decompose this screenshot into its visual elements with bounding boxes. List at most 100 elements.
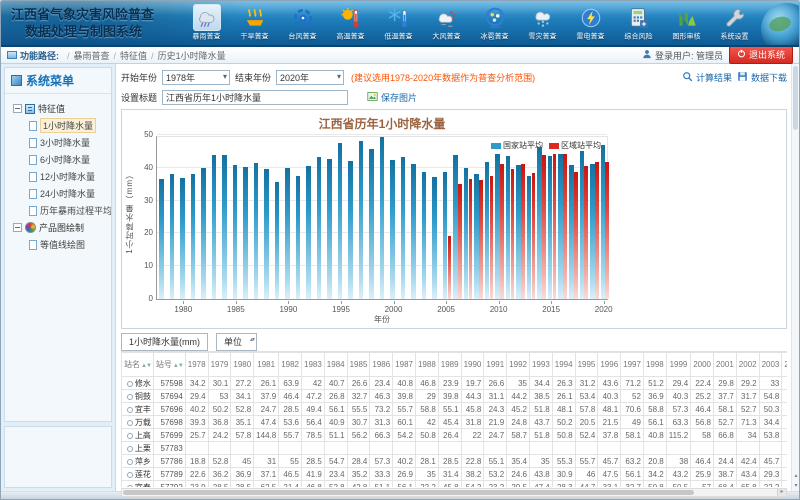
toolbar-item-high-temp[interactable]: 高温普查 bbox=[328, 4, 373, 42]
col-header-year[interactable]: 1991 bbox=[484, 353, 507, 377]
toolbar-item-combined-risk[interactable]: 综合风险 bbox=[616, 4, 661, 42]
col-header-year[interactable]: 1984 bbox=[324, 353, 347, 377]
toolbar-item-graphic-audit[interactable]: 图形审核 bbox=[664, 4, 709, 42]
breadcrumb-item[interactable]: 特征值 bbox=[120, 51, 147, 61]
col-header-year[interactable]: 1988 bbox=[415, 353, 438, 377]
tree-expander-icon[interactable] bbox=[13, 104, 22, 113]
col-header-station-id[interactable]: 站号▲▼ bbox=[153, 353, 185, 377]
col-header-year[interactable]: 2001 bbox=[713, 353, 736, 377]
value-cell: 35 bbox=[415, 468, 438, 481]
toolbar-item-gale[interactable]: 大风普查 bbox=[424, 4, 469, 42]
station-radio[interactable] bbox=[127, 446, 133, 452]
col-header-year[interactable]: 2003 bbox=[759, 353, 782, 377]
value-cell bbox=[461, 442, 484, 455]
station-radio[interactable] bbox=[127, 407, 133, 413]
toolbar-item-hail[interactable]: 冰雹普查 bbox=[472, 4, 517, 42]
col-header-year[interactable]: 1989 bbox=[438, 353, 461, 377]
col-header-year[interactable]: 1983 bbox=[302, 353, 325, 377]
station-radio[interactable] bbox=[127, 394, 133, 400]
col-header-year[interactable]: 1985 bbox=[347, 353, 370, 377]
chart-title-input[interactable]: 江西省历年1小时降水量 bbox=[162, 90, 348, 105]
toolbar-item-system-settings[interactable]: 系统设置 bbox=[712, 4, 757, 42]
sidebar-item-6小时降水量[interactable]: 6小时降水量 bbox=[7, 151, 109, 168]
horizontal-scrollbar-thumb[interactable] bbox=[123, 490, 694, 495]
col-header-year[interactable]: 1996 bbox=[598, 353, 621, 377]
col-header-year[interactable]: 1992 bbox=[507, 353, 530, 377]
x-axis-tick-label: 2020 bbox=[591, 305, 617, 314]
col-header-year[interactable]: 1982 bbox=[279, 353, 302, 377]
col-header-year[interactable]: 1990 bbox=[461, 353, 484, 377]
sidebar-item-3小时降水量[interactable]: 3小时降水量 bbox=[7, 134, 109, 151]
toolbar-item-low-temp[interactable]: 低温普查 bbox=[376, 4, 421, 42]
sort-arrows-icon[interactable]: ▲▼ bbox=[141, 363, 151, 369]
compute-button[interactable]: 计算结果 bbox=[682, 71, 732, 84]
save-image-button[interactable]: 保存图片 bbox=[367, 91, 417, 104]
col-header-year[interactable]: 1978 bbox=[185, 353, 208, 377]
toolbar-item-label: 图形审核 bbox=[667, 32, 707, 42]
sidebar-group-product-drawing[interactable]: 产品图绘制 bbox=[7, 219, 109, 236]
breadcrumb-item[interactable]: 历史1小时降水量 bbox=[158, 51, 226, 61]
toolbar-item-label: 冰雹普查 bbox=[475, 32, 515, 42]
sidebar-item-24小时降水量[interactable]: 24小时降水量 bbox=[7, 185, 109, 202]
bar-regional bbox=[521, 164, 525, 299]
station-radio[interactable] bbox=[127, 472, 133, 478]
value-cell: 55.7 bbox=[279, 429, 302, 442]
sidebar-item-等值线绘图[interactable]: 等值线绘图 bbox=[7, 236, 109, 253]
value-cell: 29.3 bbox=[759, 468, 782, 481]
col-header-year[interactable]: 1993 bbox=[529, 353, 552, 377]
scroll-right-arrow[interactable] bbox=[777, 489, 786, 496]
col-header-year[interactable]: 1987 bbox=[393, 353, 416, 377]
value-cell: 54.2 bbox=[461, 481, 484, 488]
data-table-container[interactable]: 站名▲▼站号▲▼19781979198019811982198319841985… bbox=[121, 351, 787, 487]
chart-y-axis-label: 1小时降水量（mm） bbox=[124, 170, 135, 254]
toolbar-item-lightning[interactable]: 雷电普查 bbox=[568, 4, 613, 42]
col-header-year[interactable]: 1986 bbox=[370, 353, 393, 377]
station-radio[interactable] bbox=[127, 485, 133, 488]
col-header-year[interactable]: 2004 bbox=[782, 353, 787, 377]
col-header-year[interactable]: 2002 bbox=[736, 353, 759, 377]
station-radio[interactable] bbox=[127, 459, 133, 465]
breadcrumb-item[interactable]: 暴雨普查 bbox=[74, 51, 110, 61]
logout-button[interactable]: 退出系统 bbox=[729, 46, 793, 64]
download-button[interactable]: 数据下载 bbox=[737, 71, 787, 84]
col-header-year[interactable]: 1979 bbox=[208, 353, 231, 377]
compute-label: 计算结果 bbox=[696, 71, 732, 84]
station-radio[interactable] bbox=[127, 433, 133, 439]
toolbar-item-drought[interactable]: 干旱普查 bbox=[232, 4, 277, 42]
col-header-year[interactable]: 1995 bbox=[575, 353, 598, 377]
x-axis-tick-label: 1985 bbox=[223, 305, 249, 314]
value-cell: 45.7 bbox=[759, 455, 782, 468]
horizontal-scrollbar[interactable] bbox=[121, 488, 787, 497]
sidebar-item-1小时降水量[interactable]: 1小时降水量 bbox=[7, 117, 109, 134]
sidebar-group-feature-values[interactable]: 特征值 bbox=[7, 100, 109, 117]
col-header-year[interactable]: 1980 bbox=[231, 353, 254, 377]
tree-expander-icon[interactable] bbox=[13, 223, 22, 232]
sort-arrows-icon[interactable]: ▲▼ bbox=[173, 363, 183, 369]
vertical-scrollbar[interactable] bbox=[791, 64, 799, 491]
station-radio[interactable] bbox=[127, 381, 133, 387]
col-header-year[interactable]: 1999 bbox=[666, 353, 690, 377]
toolbar-item-rainstorm[interactable]: 暴雨普查 bbox=[184, 4, 229, 42]
toolbar-item-typhoon[interactable]: 台风普查 bbox=[280, 4, 325, 42]
value-cell: 28.5 bbox=[231, 481, 254, 488]
col-header-year[interactable]: 2000 bbox=[691, 353, 714, 377]
sidebar-item-12小时降水量[interactable]: 12小时降水量 bbox=[7, 168, 109, 185]
col-header-year[interactable]: 1994 bbox=[552, 353, 575, 377]
toolbar-item-snow[interactable]: 雪灾普查 bbox=[520, 4, 565, 42]
end-year-select[interactable]: 2020年 bbox=[276, 70, 344, 85]
unit-select[interactable]: 单位 bbox=[216, 333, 257, 351]
title-controls-row: 设置标题 江西省历年1小时降水量 保存图片 bbox=[121, 87, 787, 107]
col-header-year[interactable]: 1998 bbox=[643, 353, 666, 377]
scroll-up-arrow[interactable] bbox=[792, 472, 800, 481]
sidebar-item-历年暴雨过程平均雨量[interactable]: 历年暴雨过程平均雨量 bbox=[7, 202, 109, 219]
col-header-year[interactable]: 1997 bbox=[621, 353, 644, 377]
station-radio[interactable] bbox=[127, 420, 133, 426]
vertical-scrollbar-thumb[interactable] bbox=[793, 66, 798, 130]
x-axis-tick-mark bbox=[341, 301, 342, 304]
value-cell bbox=[438, 442, 461, 455]
col-header-station[interactable]: 站名▲▼ bbox=[122, 353, 154, 377]
scroll-down-arrow[interactable] bbox=[792, 482, 800, 491]
start-year-select[interactable]: 1978年 bbox=[162, 70, 230, 85]
col-header-year[interactable]: 1981 bbox=[254, 353, 279, 377]
table-row: 宜丰5769640.250.252.824.728.549.456.155.57… bbox=[122, 403, 788, 416]
